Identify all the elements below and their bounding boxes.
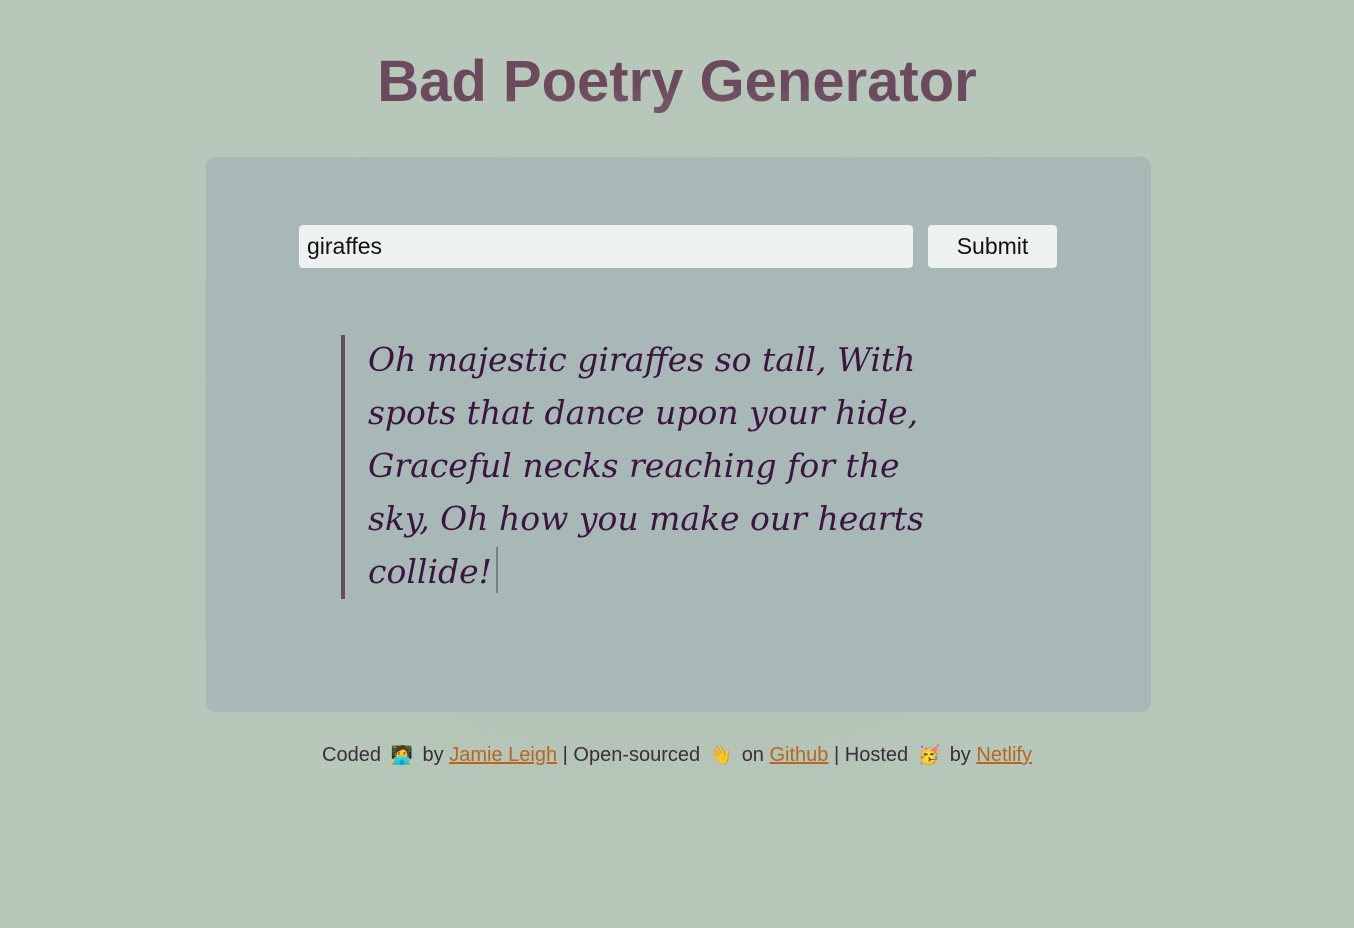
footer-by: by (422, 744, 444, 766)
footer-hosted: Hosted (844, 744, 909, 766)
footer-by: by (949, 744, 971, 766)
poem-text: Oh majestic giraffes so tall, With spots… (368, 340, 924, 591)
poem-block: Oh majestic giraffes so tall, With spots… (341, 335, 961, 599)
party-face-icon: 🥳 (917, 745, 941, 765)
poem-text-container: Oh majestic giraffes so tall, With spots… (368, 333, 961, 598)
footer: Coded 🧑‍💻 by Jamie Leigh | Open-sourced … (0, 744, 1354, 767)
netlify-link[interactable]: Netlify (976, 744, 1032, 766)
footer-separator: | (834, 744, 840, 766)
github-link[interactable]: Github (770, 744, 829, 766)
page: Bad Poetry Generator Submit Oh majestic … (0, 0, 1354, 928)
footer-coded: Coded (322, 744, 381, 766)
poem-card: Submit Oh majestic giraffes so tall, Wit… (206, 157, 1151, 712)
footer-separator: | (562, 744, 568, 766)
author-link[interactable]: Jamie Leigh (449, 744, 557, 766)
technologist-icon: 🧑‍💻 (390, 745, 413, 765)
submit-button[interactable]: Submit (928, 225, 1057, 268)
footer-on: on (741, 744, 764, 766)
waving-hand-icon: 👋 (709, 745, 733, 765)
footer-open-sourced: Open-sourced (573, 744, 701, 766)
topic-input[interactable] (299, 225, 913, 268)
typewriter-cursor (495, 547, 498, 593)
